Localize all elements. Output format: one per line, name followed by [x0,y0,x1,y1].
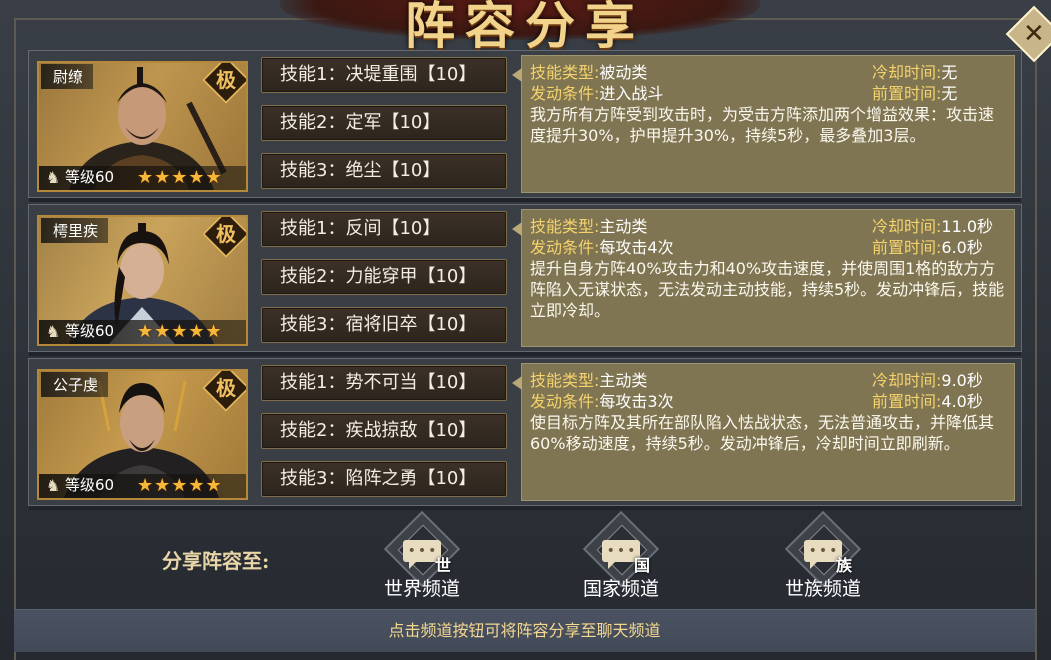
rank-badge-text: 极 [216,222,236,246]
level-bar: ♞ 等级60 ★★★★★ [39,166,246,190]
trigger-value: 每攻击3次 [599,392,674,411]
star-rating: ★★★★★ [137,475,223,496]
star-rating: ★★★★★ [137,321,223,342]
helmet-icon: ♞ [45,476,61,495]
precast-label: 前置时间: [872,392,942,411]
hero-portrait[interactable]: 樗里疾 极 ♞ 等级60 ★★★★★ [37,215,248,346]
trigger-label: 发动条件: [530,238,600,257]
level-bar: ♞ 等级60 ★★★★★ [39,474,246,498]
level-bar: ♞ 等级60 ★★★★★ [39,320,246,344]
skill-detail-panel: 技能类型:主动类 发动条件:每攻击3次 冷却时间:9.0秒 前置时间:4.0秒 … [512,363,1015,501]
hero-level: 等级60 [65,476,115,494]
channel-label: 国家频道 [582,578,659,600]
skill-type-value: 主动类 [599,371,648,390]
share-label: 分享阵容至: [162,549,270,573]
clan-channel-button[interactable]: ••• 族 世族频道 [758,510,888,606]
skill-button-1[interactable]: 技能1：反间【10】 [261,211,507,247]
skill-button-3[interactable]: 技能3：宿将旧卒【10】 [261,307,507,343]
skill-type-label: 技能类型: [530,371,600,390]
trigger-value: 进入战斗 [599,84,664,103]
skill-type-value: 被动类 [599,63,648,82]
rank-badge-text: 极 [216,68,236,92]
cooldown-value: 9.0秒 [941,371,983,390]
star-rating: ★★★★★ [137,167,223,188]
skill-description: 使目标方阵及其所在部队陷入怯战状态，无法普通攻击，并降低其60%移动速度，持续5… [530,413,995,453]
skill-button-2[interactable]: 技能2：力能穿甲【10】 [261,259,507,295]
channel-icon-char: 族 [836,556,853,575]
skill-button-3[interactable]: 技能3：陷阵之勇【10】 [261,461,507,497]
precast-value: 无 [941,84,958,103]
skill-type-label: 技能类型: [530,63,600,82]
helmet-icon: ♞ [45,322,61,341]
precast-label: 前置时间: [872,84,942,103]
close-icon: ✕ [1023,18,1045,49]
precast-label: 前置时间: [872,238,942,257]
hero-row: 樗里疾 极 ♞ 等级60 ★★★★★ 技能1：反间【10】 技能2：力能穿甲【1… [28,204,1022,356]
hero-level: 等级60 [65,168,115,186]
hero-portrait[interactable]: 尉缭 极 ♞ 等级60 ★★★★★ [37,61,248,192]
skill-description: 我方所有方阵受到攻击时，为受击方阵添加两个增益效果：攻击速度提升30%，护甲提升… [530,105,995,145]
trigger-value: 每攻击4次 [599,238,674,257]
channel-icon-char: 国 [634,556,651,575]
channel-icon-char: 世 [435,556,452,575]
hero-row: 公子虔 极 ♞ 等级60 ★★★★★ 技能1：势不可当【10】 技能2：疾战掠敌… [28,358,1022,510]
skill-button-1[interactable]: 技能1：势不可当【10】 [261,365,507,401]
channel-label: 世族频道 [784,578,861,600]
skill-detail-panel: 技能类型:主动类 发动条件:每攻击4次 冷却时间:11.0秒 前置时间:6.0秒… [512,209,1015,347]
cooldown-value: 无 [941,63,958,82]
precast-value: 4.0秒 [941,392,983,411]
hero-portrait[interactable]: 公子虔 极 ♞ 等级60 ★★★★★ [37,369,248,500]
world-channel-button[interactable]: ••• 世 世界频道 [357,510,487,606]
helmet-icon: ♞ [45,168,61,187]
hero-row: 尉缭 极 ♞ 等级60 ★★★★★ 技能1：决堤重围【10】 技能2：定军【10… [28,50,1022,202]
skill-button-1[interactable]: 技能1：决堤重围【10】 [261,57,507,93]
hero-name: 公子虔 [41,372,109,397]
nation-channel-button[interactable]: ••• 国 国家频道 [556,510,686,606]
skill-detail-panel: 技能类型:被动类 发动条件:进入战斗 冷却时间:无 前置时间:无 我方所有方阵受… [512,55,1015,193]
precast-value: 6.0秒 [941,238,983,257]
channel-label: 世界频道 [383,578,460,600]
hero-level: 等级60 [65,322,115,340]
trigger-label: 发动条件: [530,392,600,411]
skill-button-2[interactable]: 技能2：定军【10】 [261,105,507,141]
trigger-label: 发动条件: [530,84,600,103]
skill-button-2[interactable]: 技能2：疾战掠敌【10】 [261,413,507,449]
cooldown-label: 冷却时间: [872,63,942,82]
skill-type-value: 主动类 [599,217,648,236]
skill-type-label: 技能类型: [530,217,600,236]
skill-button-3[interactable]: 技能3：绝尘【10】 [261,153,507,189]
rank-badge-text: 极 [216,376,236,400]
footer-hint: 点击频道按钮可将阵容分享至聊天频道 [14,609,1035,652]
hero-name: 樗里疾 [41,218,109,243]
cooldown-label: 冷却时间: [872,217,942,236]
cooldown-value: 11.0秒 [941,217,994,236]
hero-name: 尉缭 [41,64,94,89]
cooldown-label: 冷却时间: [872,371,942,390]
skill-description: 提升自身方阵40%攻击力和40%攻击速度，并使周围1格的敌方方阵陷入无谋状态，无… [530,259,1005,320]
